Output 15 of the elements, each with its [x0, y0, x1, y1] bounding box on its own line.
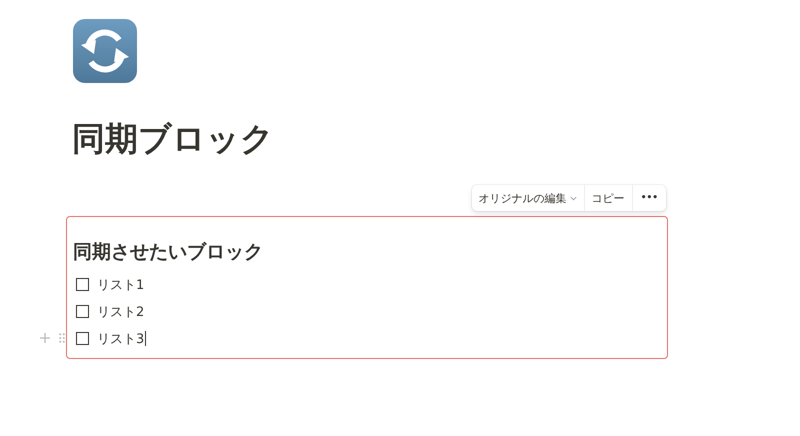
edit-original-button[interactable]: オリジナルの編集: [472, 185, 585, 211]
todo-text: リスト2: [97, 304, 144, 320]
text-cursor: [145, 331, 146, 346]
page-title: 同期ブロック: [72, 119, 275, 159]
sync-arrows-icon: [72, 18, 138, 84]
checkbox[interactable]: [76, 305, 89, 318]
chevron-down-icon: [570, 196, 577, 200]
more-button[interactable]: •••: [632, 185, 666, 211]
todo-text: リスト3: [97, 330, 144, 348]
checkbox[interactable]: [76, 278, 89, 291]
todo-text: リスト1: [97, 276, 144, 294]
copy-button[interactable]: コピー: [584, 185, 633, 211]
checkbox[interactable]: [76, 332, 89, 345]
block-heading: 同期させたいブロック: [73, 240, 264, 265]
drag-handle-icon[interactable]: [59, 333, 65, 343]
